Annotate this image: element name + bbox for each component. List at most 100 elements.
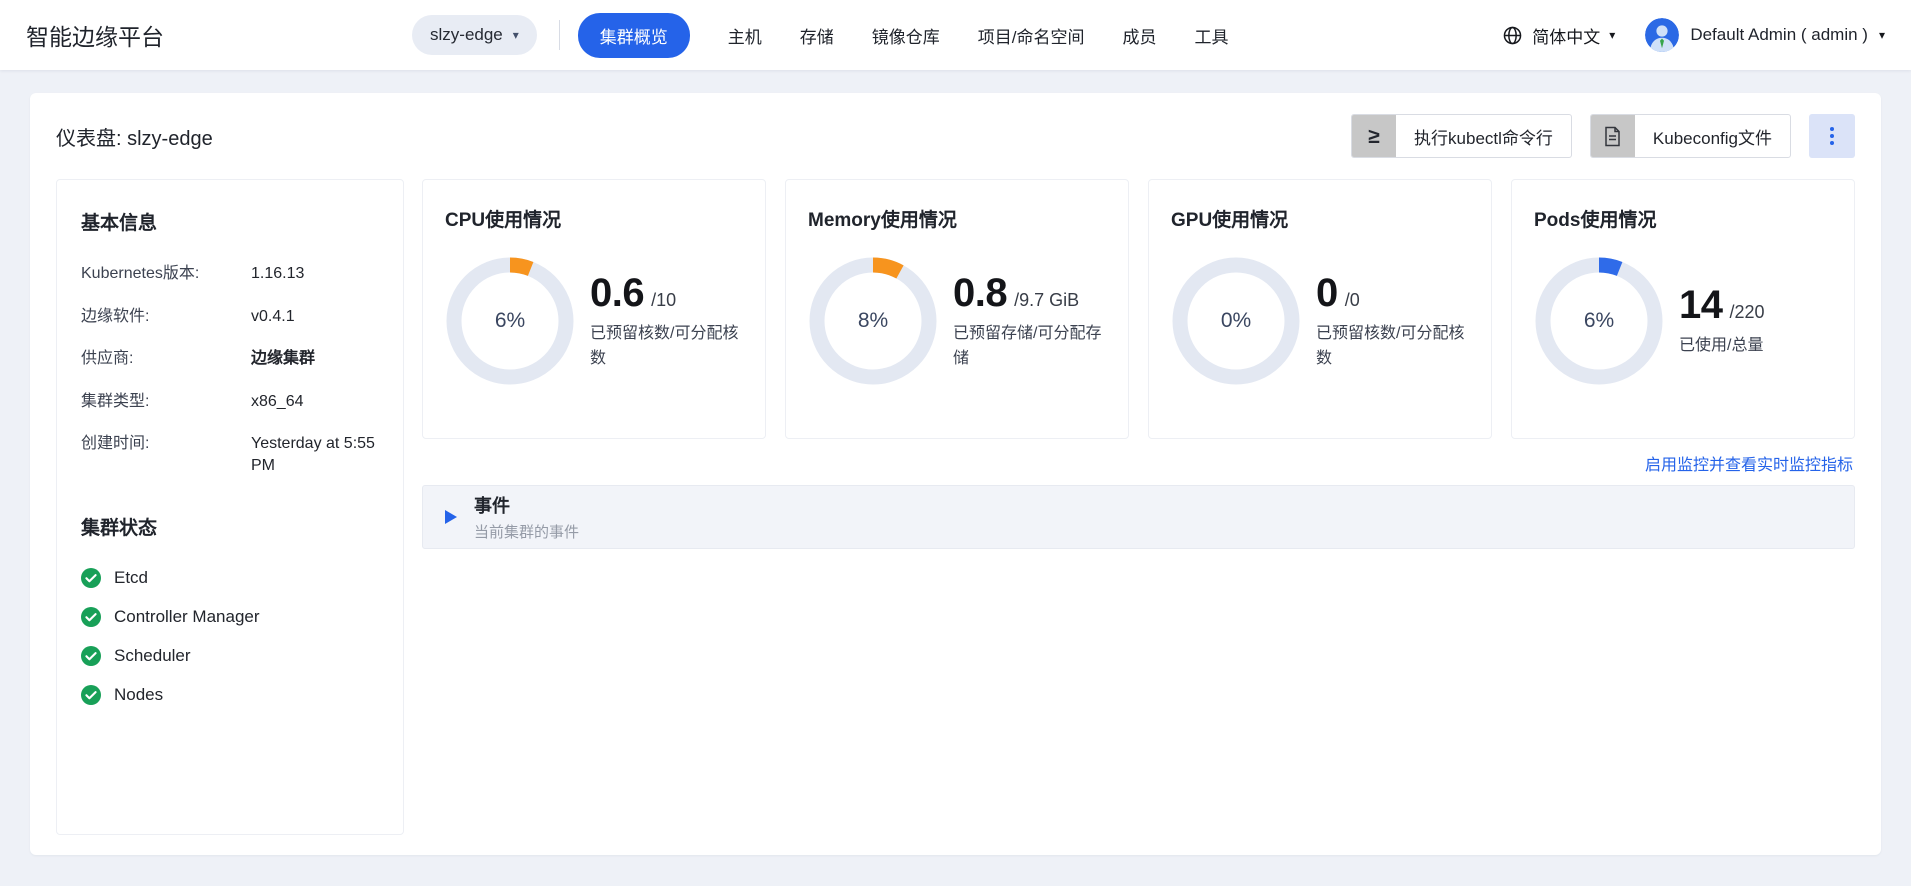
events-expander[interactable]: 事件 当前集群的事件 <box>422 485 1855 549</box>
kubectl-button-label: 执行kubectl命令行 <box>1396 124 1571 149</box>
metric-suffix: /0 <box>1345 290 1360 311</box>
pods-donut-chart: 6% <box>1534 256 1664 386</box>
nav-right: 简体中文 ▾ Default Admin ( admin ) ▾ <box>1502 18 1885 52</box>
status-label: Scheduler <box>114 646 191 666</box>
info-row-provider: 供应商: 边缘集群 <box>81 348 379 370</box>
cluster-selector-value: slzy-edge <box>430 25 503 45</box>
status-label: Etcd <box>114 568 148 588</box>
events-title: 事件 <box>474 492 579 518</box>
language-switcher[interactable]: 简体中文 ▾ <box>1502 23 1615 48</box>
metric-caption: 已使用/总量 <box>1679 334 1765 359</box>
info-value: x86_64 <box>251 391 304 413</box>
info-value: 1.16.13 <box>251 263 304 285</box>
info-label: 集群类型: <box>81 391 251 413</box>
nav-tabs: 集群概览 主机 存储 镜像仓库 项目/命名空间 成员 工具 <box>578 13 1229 58</box>
terminal-icon: ≥ <box>1352 114 1396 158</box>
tab-cluster-overview[interactable]: 集群概览 <box>578 13 690 58</box>
file-icon <box>1591 114 1635 158</box>
metric-value: 0.8 <box>953 271 1007 316</box>
page: 仪表盘: slzy-edge ≥ 执行kubectl命令行 <box>0 70 1911 878</box>
metric-text: 0 /0 已预留核数/可分配核数 <box>1316 271 1469 372</box>
metric-card-memory: Memory使用情况 8% 0.8 <box>785 179 1129 439</box>
metric-title: Pods使用情况 <box>1534 205 1832 232</box>
check-circle-icon <box>81 646 101 666</box>
cpu-donut-chart: 6% <box>445 256 575 386</box>
top-navbar: 智能边缘平台 slzy-edge ▾ 集群概览 主机 存储 镜像仓库 项目/命名… <box>0 0 1911 70</box>
metric-caption: 已预留存储/可分配存储 <box>953 322 1106 372</box>
expand-triangle-icon <box>445 510 457 524</box>
avatar <box>1645 18 1679 52</box>
info-label: 边缘软件: <box>81 306 251 328</box>
metric-caption: 已预留核数/可分配核数 <box>1316 322 1469 372</box>
dashboard-content: 基本信息 Kubernetes版本: 1.16.13 边缘软件: v0.4.1 … <box>56 179 1855 835</box>
metric-caption: 已预留核数/可分配核数 <box>590 322 743 372</box>
more-actions-icon <box>1830 127 1834 145</box>
metric-suffix: /9.7 GiB <box>1014 290 1079 311</box>
events-text: 事件 当前集群的事件 <box>474 492 579 542</box>
check-circle-icon <box>81 568 101 588</box>
metrics-column: CPU使用情况 6% 0.6 <box>422 179 1855 835</box>
cluster-info-panel: 基本信息 Kubernetes版本: 1.16.13 边缘软件: v0.4.1 … <box>56 179 404 835</box>
basic-info-heading: 基本信息 <box>81 208 379 235</box>
tab-members[interactable]: 成员 <box>1123 13 1157 58</box>
metric-title: CPU使用情况 <box>445 205 743 232</box>
tab-hosts[interactable]: 主机 <box>728 13 762 58</box>
donut-percent-label: 0% <box>1171 256 1301 386</box>
donut-percent-label: 8% <box>808 256 938 386</box>
donut-percent-label: 6% <box>445 256 575 386</box>
status-label: Nodes <box>114 685 163 705</box>
monitoring-link-row: 启用监控并查看实时监控指标 <box>422 439 1855 485</box>
tab-storage[interactable]: 存储 <box>800 13 834 58</box>
more-actions-button[interactable] <box>1809 114 1855 158</box>
tab-tools[interactable]: 工具 <box>1195 13 1229 58</box>
metric-value: 14 <box>1679 283 1723 328</box>
status-item-scheduler: Scheduler <box>81 646 379 666</box>
info-value: Yesterday at 5:55 PM <box>251 433 379 476</box>
kubectl-button[interactable]: ≥ 执行kubectl命令行 <box>1351 114 1572 158</box>
cluster-status-heading: 集群状态 <box>81 513 379 540</box>
page-title: 仪表盘: slzy-edge <box>56 122 213 151</box>
chevron-down-icon: ▾ <box>513 29 519 41</box>
kubeconfig-button[interactable]: Kubeconfig文件 <box>1590 114 1791 158</box>
cluster-selector[interactable]: slzy-edge ▾ <box>412 15 537 55</box>
status-item-controller-manager: Controller Manager <box>81 607 379 627</box>
donut-percent-label: 6% <box>1534 256 1664 386</box>
metric-card-cpu: CPU使用情况 6% 0.6 <box>422 179 766 439</box>
info-label: Kubernetes版本: <box>81 263 251 285</box>
status-item-etcd: Etcd <box>81 568 379 588</box>
tab-projects-namespaces[interactable]: 项目/命名空间 <box>978 13 1085 58</box>
metric-card-pods: Pods使用情况 6% 14 <box>1511 179 1855 439</box>
metric-text: 0.8 /9.7 GiB 已预留存储/可分配存储 <box>953 271 1106 372</box>
user-menu[interactable]: Default Admin ( admin ) ▾ <box>1645 18 1885 52</box>
chevron-down-icon: ▾ <box>1879 29 1885 41</box>
metric-suffix: /10 <box>651 290 676 311</box>
info-value: 边缘集群 <box>251 348 315 370</box>
dashboard-card: 仪表盘: slzy-edge ≥ 执行kubectl命令行 <box>30 93 1881 855</box>
gpu-donut-chart: 0% <box>1171 256 1301 386</box>
metrics-row: CPU使用情况 6% 0.6 <box>422 179 1855 439</box>
info-label: 供应商: <box>81 348 251 370</box>
info-value: v0.4.1 <box>251 306 295 328</box>
events-subtitle: 当前集群的事件 <box>474 521 579 542</box>
enable-monitoring-link[interactable]: 启用监控并查看实时监控指标 <box>1645 451 1853 475</box>
info-row-cluster-type: 集群类型: x86_64 <box>81 391 379 413</box>
dashboard-header: 仪表盘: slzy-edge ≥ 执行kubectl命令行 <box>56 93 1855 179</box>
status-item-nodes: Nodes <box>81 685 379 705</box>
nav-divider <box>559 20 560 50</box>
status-label: Controller Manager <box>114 607 260 627</box>
metric-title: Memory使用情况 <box>808 205 1106 232</box>
language-label: 简体中文 <box>1532 23 1600 48</box>
metric-suffix: /220 <box>1730 302 1765 323</box>
metric-value: 0.6 <box>590 271 644 316</box>
brand-area: 智能边缘平台 <box>26 18 412 52</box>
info-row-edge-software: 边缘软件: v0.4.1 <box>81 306 379 328</box>
check-circle-icon <box>81 607 101 627</box>
info-row-kubernetes-version: Kubernetes版本: 1.16.13 <box>81 263 379 285</box>
header-actions: ≥ 执行kubectl命令行 Kubeconfig文件 <box>1351 114 1855 158</box>
metric-title: GPU使用情况 <box>1171 205 1469 232</box>
chevron-down-icon: ▾ <box>1609 29 1615 41</box>
tab-image-registry[interactable]: 镜像仓库 <box>872 13 940 58</box>
app-title: 智能边缘平台 <box>26 24 164 50</box>
metric-value: 0 <box>1316 271 1338 316</box>
user-name: Default Admin ( admin ) <box>1690 25 1868 45</box>
